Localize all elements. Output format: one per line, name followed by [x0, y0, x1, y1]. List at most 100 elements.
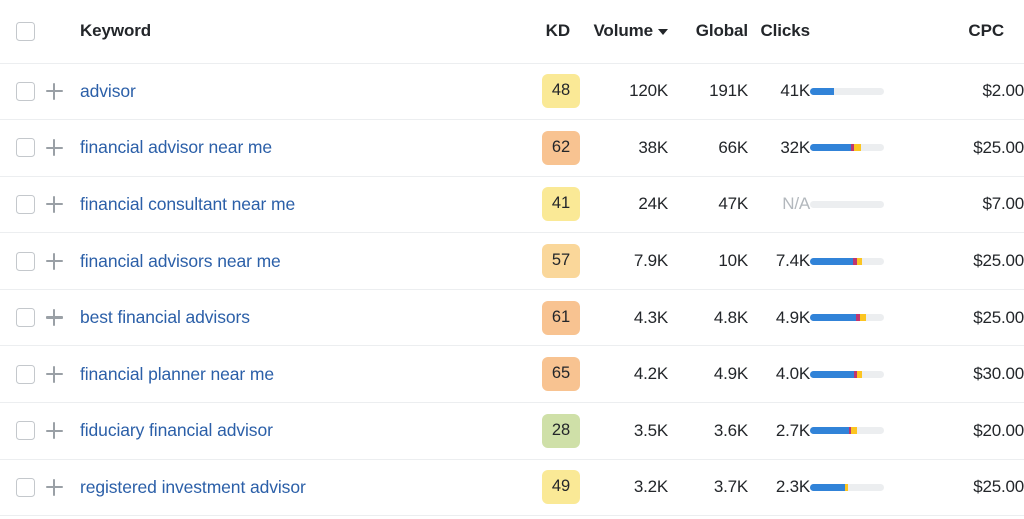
keyword-table: Keyword KD Volume Global Clicks CPC advi…: [0, 0, 1024, 516]
row-select-cell: [0, 233, 46, 290]
keyword-link[interactable]: best financial advisors: [80, 307, 250, 328]
clicks-cell: 41K: [748, 63, 810, 120]
volume-cell: 3.2K: [580, 459, 668, 516]
table-row[interactable]: registered investment advisor493.2K3.7K2…: [0, 459, 1024, 516]
kd-badge: 62: [542, 131, 580, 165]
global-volume-cell: 191K: [668, 63, 748, 120]
clicks-distribution-bar: [810, 371, 884, 378]
table-row[interactable]: best financial advisors614.3K4.8K4.9K$25…: [0, 289, 1024, 346]
cpc-cell: $30.00: [926, 346, 1024, 403]
add-keyword-cell: [46, 63, 80, 120]
clicks-cell: 7.4K: [748, 233, 810, 290]
cpc-cell: $25.00: [926, 120, 1024, 177]
kd-badge: 41: [542, 187, 580, 221]
clicks-bar-segment-blue: [810, 371, 854, 378]
cpc-cell: $25.00: [926, 233, 1024, 290]
row-checkbox[interactable]: [16, 82, 35, 101]
table-row[interactable]: fiduciary financial advisor283.5K3.6K2.7…: [0, 403, 1024, 460]
kd-cell: 61: [514, 289, 580, 346]
volume-cell: 4.2K: [580, 346, 668, 403]
row-checkbox[interactable]: [16, 195, 35, 214]
keyword-link[interactable]: financial advisor near me: [80, 137, 272, 158]
clicks-cell: N/A: [748, 176, 810, 233]
plus-icon[interactable]: [46, 309, 63, 326]
table-row[interactable]: financial advisor near me6238K66K32K$25.…: [0, 120, 1024, 177]
volume-cell: 120K: [580, 63, 668, 120]
cpc-cell: $2.00: [926, 63, 1024, 120]
plus-icon[interactable]: [46, 196, 63, 213]
chevron-down-icon: [658, 29, 668, 35]
select-all-cell: [0, 0, 46, 63]
clicks-bar-segment-yellow: [860, 314, 867, 321]
kd-cell: 65: [514, 346, 580, 403]
plus-icon[interactable]: [46, 479, 63, 496]
keyword-link[interactable]: fiduciary financial advisor: [80, 420, 273, 441]
add-keyword-cell: [46, 289, 80, 346]
clicks-bar-cell: [810, 403, 926, 460]
clicks-bar-segment-blue: [810, 144, 851, 151]
cpc-cell: $7.00: [926, 176, 1024, 233]
clicks-bar-cell: [810, 289, 926, 346]
add-keyword-cell: [46, 403, 80, 460]
add-keyword-cell: [46, 346, 80, 403]
plus-icon[interactable]: [46, 422, 63, 439]
table-row[interactable]: financial planner near me654.2K4.9K4.0K$…: [0, 346, 1024, 403]
table-row[interactable]: financial consultant near me4124K47KN/A$…: [0, 176, 1024, 233]
column-header-global[interactable]: Global: [668, 0, 748, 63]
keyword-cell: financial planner near me: [80, 346, 514, 403]
volume-cell: 4.3K: [580, 289, 668, 346]
clicks-bar-segment-yellow: [851, 427, 856, 434]
table-header: Keyword KD Volume Global Clicks CPC: [0, 0, 1024, 63]
column-header-keyword[interactable]: Keyword: [80, 0, 514, 63]
clicks-bar-cell: [810, 120, 926, 177]
row-select-cell: [0, 346, 46, 403]
row-select-cell: [0, 176, 46, 233]
row-checkbox[interactable]: [16, 138, 35, 157]
keyword-link[interactable]: registered investment advisor: [80, 477, 306, 498]
column-header-clicks[interactable]: Clicks: [748, 0, 810, 63]
clicks-bar-segment-blue: [810, 88, 834, 95]
clicks-bar-segment-blue: [810, 484, 845, 491]
kd-cell: 62: [514, 120, 580, 177]
clicks-cell: 32K: [748, 120, 810, 177]
keyword-link[interactable]: financial advisors near me: [80, 251, 281, 272]
column-header-cpc[interactable]: CPC: [926, 0, 1024, 63]
row-checkbox[interactable]: [16, 252, 35, 271]
keyword-link[interactable]: financial consultant near me: [80, 194, 295, 215]
plus-icon[interactable]: [46, 366, 63, 383]
add-keyword-cell: [46, 233, 80, 290]
plus-icon[interactable]: [46, 253, 63, 270]
plus-icon[interactable]: [46, 139, 63, 156]
row-checkbox[interactable]: [16, 478, 35, 497]
clicks-bar-cell: [810, 63, 926, 120]
select-all-checkbox[interactable]: [16, 22, 35, 41]
clicks-bar-segment-yellow: [854, 144, 861, 151]
clicks-bar-segment-blue: [810, 258, 853, 265]
kd-badge: 48: [542, 74, 580, 108]
column-header-kd[interactable]: KD: [514, 0, 580, 63]
clicks-distribution-bar: [810, 314, 884, 321]
keyword-link[interactable]: financial planner near me: [80, 364, 274, 385]
plus-icon[interactable]: [46, 83, 63, 100]
global-volume-cell: 4.8K: [668, 289, 748, 346]
add-keyword-cell: [46, 176, 80, 233]
table-row[interactable]: advisor 48120K191K41K $2.00: [0, 63, 1024, 120]
row-checkbox[interactable]: [16, 365, 35, 384]
clicks-distribution-bar: [810, 484, 884, 491]
table-row[interactable]: financial advisors near me577.9K10K7.4K$…: [0, 233, 1024, 290]
clicks-cell: 2.7K: [748, 403, 810, 460]
keyword-cell: advisor: [80, 63, 514, 120]
row-checkbox[interactable]: [16, 421, 35, 440]
clicks-distribution-bar: [810, 258, 884, 265]
row-checkbox[interactable]: [16, 308, 35, 327]
column-header-volume[interactable]: Volume: [580, 0, 668, 63]
clicks-bar-segment-yellow: [845, 484, 849, 491]
row-select-cell: [0, 289, 46, 346]
clicks-bar-segment-blue: [810, 427, 849, 434]
kd-cell: 28: [514, 403, 580, 460]
clicks-distribution-bar: [810, 427, 884, 434]
kd-cell: 41: [514, 176, 580, 233]
keyword-link[interactable]: advisor: [80, 81, 136, 102]
clicks-bar-cell: [810, 459, 926, 516]
clicks-bar-segment-yellow: [857, 258, 862, 265]
